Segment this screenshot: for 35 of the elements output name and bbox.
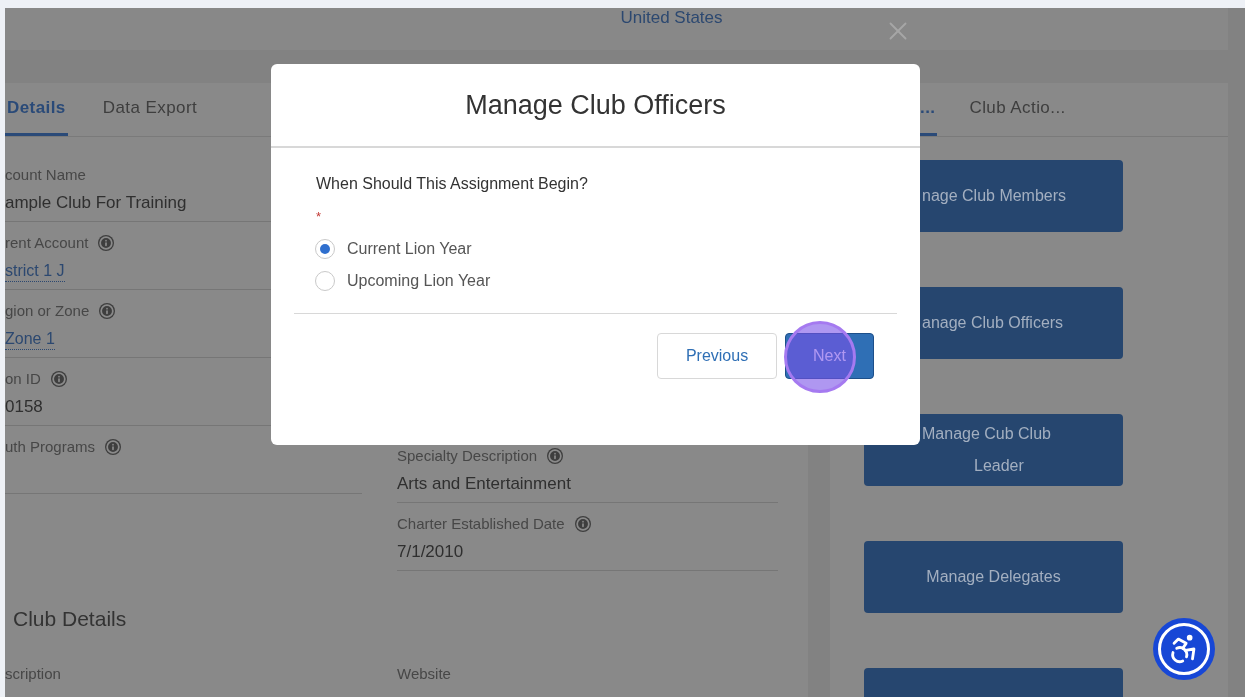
- field-label: on ID: [5, 368, 41, 389]
- field-label: rent Account: [5, 232, 89, 253]
- field-label: scription: [5, 663, 62, 684]
- field-link[interactable]: strict 1 J: [5, 260, 65, 282]
- info-icon[interactable]: [547, 447, 564, 464]
- field-label: Charter Established Date: [397, 513, 565, 534]
- info-icon[interactable]: [99, 302, 116, 319]
- info-icon[interactable]: [50, 370, 67, 387]
- required-mark: *: [316, 210, 322, 223]
- field-label: Specialty Description: [397, 445, 538, 466]
- country-text: United States: [620, 8, 723, 28]
- info-icon[interactable]: [105, 438, 122, 455]
- field-label: Website: [397, 663, 451, 684]
- info-icon[interactable]: [574, 515, 591, 532]
- next-button[interactable]: Next: [785, 333, 874, 379]
- section-title: Club Details: [13, 606, 127, 632]
- field-label: gion or Zone: [5, 300, 90, 321]
- field-value: 7/1/2010: [397, 541, 464, 563]
- field-value: 0158: [5, 396, 43, 418]
- field-label: uth Programs: [5, 436, 96, 457]
- tab[interactable]: Details: [5, 83, 68, 136]
- question-text: When Should This Assignment Begin?: [316, 174, 588, 194]
- action-button[interactable]: Manage Cub Club Leader: [864, 414, 1123, 486]
- radio-option[interactable]: Upcoming Lion Year: [315, 269, 491, 293]
- field-link[interactable]: Zone 1: [5, 328, 55, 350]
- radio-option[interactable]: Current Lion Year: [315, 237, 472, 261]
- action-button[interactable]: Manage Delegates: [864, 541, 1123, 613]
- field-value: ample Club For Training: [5, 192, 187, 214]
- field-label: count Name: [5, 164, 86, 185]
- tab[interactable]: Data Export: [100, 83, 200, 136]
- previous-button[interactable]: Previous: [657, 333, 777, 379]
- tab[interactable]: Club Actio...: [967, 83, 1068, 136]
- modal-title: Manage Club Officers: [465, 88, 726, 122]
- info-icon[interactable]: [98, 234, 115, 251]
- field-value: Arts and Entertainment: [397, 473, 571, 495]
